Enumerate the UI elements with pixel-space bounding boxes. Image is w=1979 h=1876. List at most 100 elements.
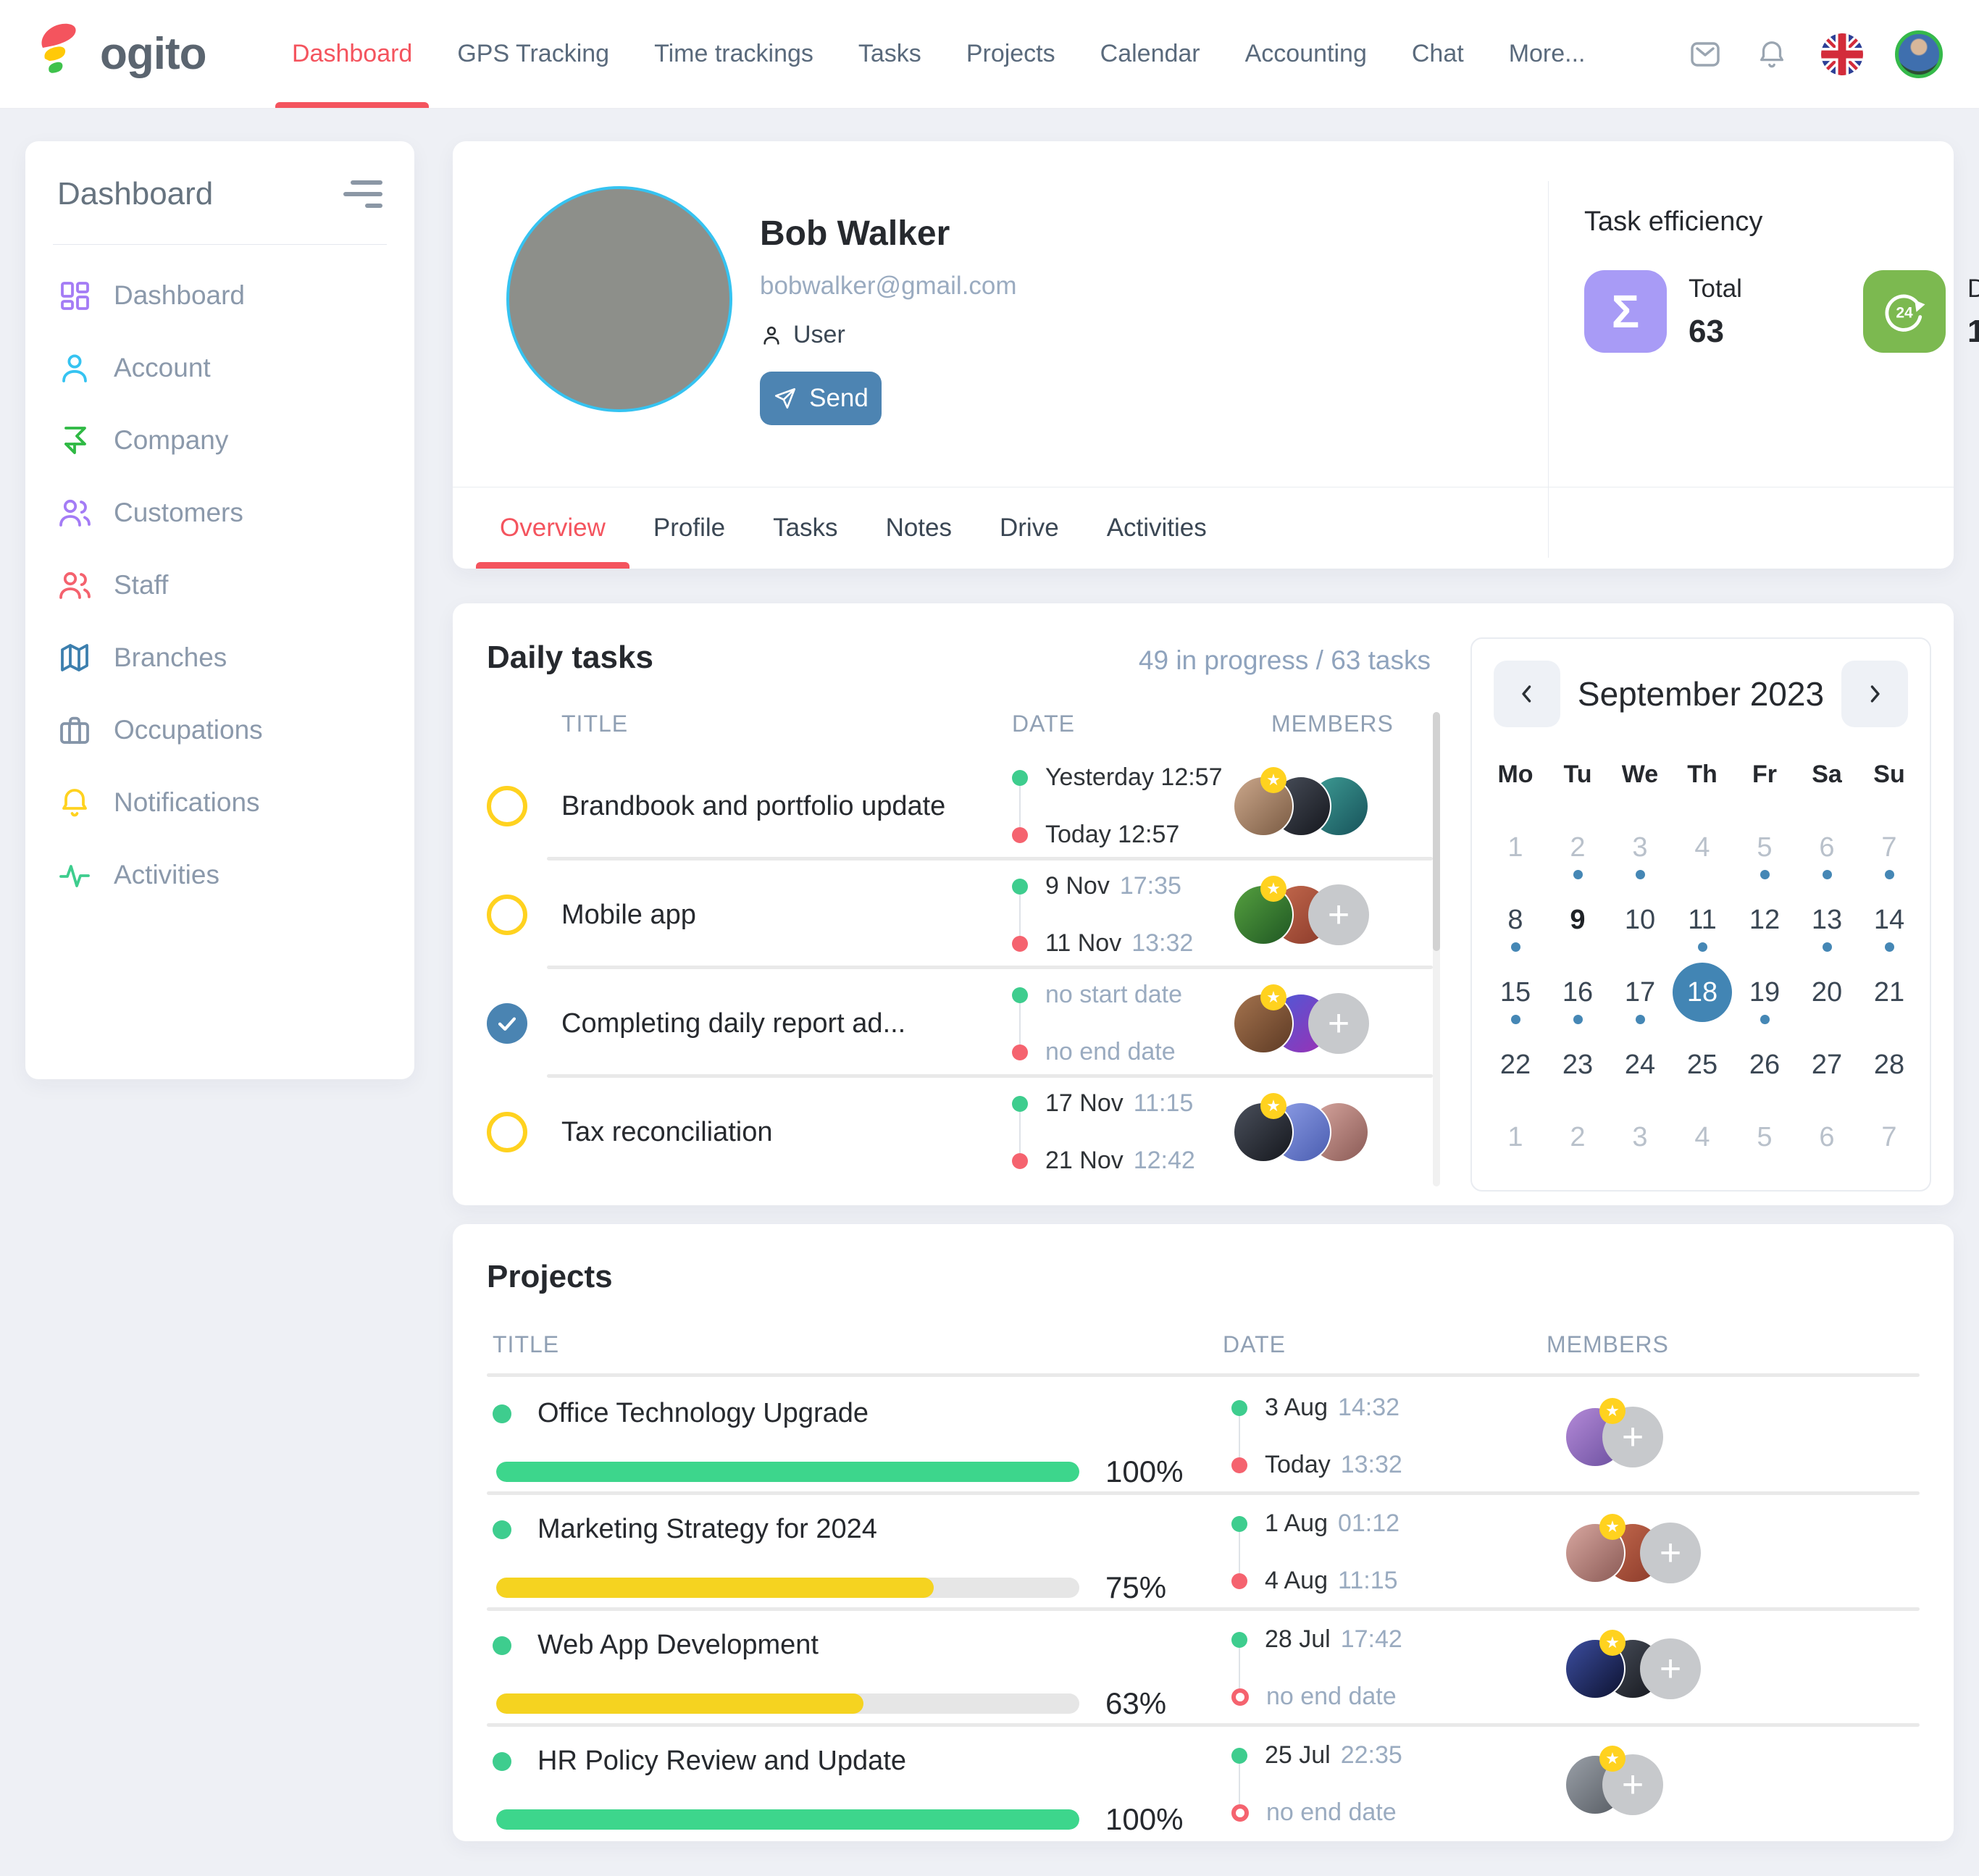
calendar-day-8[interactable]: 8 [1484,884,1547,956]
calendar-day-23[interactable]: 23 [1547,1029,1609,1101]
calendar-day-5-other[interactable]: 5 [1733,811,1796,884]
tab-activities[interactable]: Activities [1083,487,1231,569]
calendar-day-4-other[interactable]: 4 [1671,1101,1733,1173]
calendar-day-5-other[interactable]: 5 [1733,1101,1796,1173]
calendar-day-26[interactable]: 26 [1733,1029,1796,1101]
tasks-scrollbar-thumb[interactable] [1433,712,1440,951]
calendar-prev-button[interactable] [1494,661,1560,727]
task-checkbox[interactable] [487,1003,527,1044]
start-date-dot [1012,770,1028,786]
end-date-dot [1012,1044,1028,1060]
sidebar-item-label: Account [114,353,211,383]
calendar-day-10[interactable]: 10 [1609,884,1671,956]
nav-item-gps-tracking[interactable]: GPS Tracking [435,0,632,108]
add-member-button[interactable]: + [1640,1523,1701,1583]
end-date-dot [1231,1688,1249,1706]
calendar-day-2-other[interactable]: 2 [1547,1101,1609,1173]
calendar-day-24[interactable]: 24 [1609,1029,1671,1101]
calendar-day-15[interactable]: 15 [1484,956,1547,1029]
tab-notes[interactable]: Notes [862,487,976,569]
nav-item-projects[interactable]: Projects [944,0,1078,108]
people-icon [57,568,92,603]
nav-item-calendar[interactable]: Calendar [1078,0,1223,108]
nav-item-chat[interactable]: Chat [1389,0,1486,108]
language-flag-uk-icon[interactable] [1821,33,1863,75]
nav-item-tasks[interactable]: Tasks [836,0,944,108]
add-member-button[interactable]: + [1308,993,1369,1054]
calendar-day-22[interactable]: 22 [1484,1029,1547,1101]
sidebar-item-staff[interactable]: Staff [57,549,382,621]
sidebar-item-label: Staff [114,570,168,600]
user-avatar[interactable] [1895,30,1943,78]
nav-item-dashboard[interactable]: Dashboard [269,0,435,108]
sidebar-item-company[interactable]: Company [57,404,382,477]
calendar-day-9[interactable]: 9 [1547,884,1609,956]
calendar-day-28[interactable]: 28 [1858,1029,1920,1101]
tasks-scrollbar[interactable] [1433,712,1440,1186]
nav-item-time-trackings[interactable]: Time trackings [632,0,836,108]
project-progress-percent: 100% [1105,1802,1183,1837]
add-member-button[interactable]: + [1308,884,1369,945]
add-member-button[interactable]: + [1640,1638,1701,1699]
calendar-day-20[interactable]: 20 [1796,956,1858,1029]
sigma-icon: Σ [1584,270,1667,353]
tab-overview[interactable]: Overview [476,487,629,569]
sidebar-item-occupations[interactable]: Occupations [57,694,382,766]
app-logo[interactable]: ogito [36,21,246,88]
sidebar-item-notifications[interactable]: Notifications [57,766,382,839]
sidebar-item-customers[interactable]: Customers [57,477,382,549]
calendar-day-6-other[interactable]: 6 [1796,1101,1858,1173]
calendar-day-3-other[interactable]: 3 [1609,811,1671,884]
sidebar-item-label: Branches [114,642,227,673]
owner-star-badge: ★ [1260,1093,1286,1119]
nav-item-more[interactable]: More... [1486,0,1608,108]
sidebar-item-dashboard[interactable]: Dashboard [57,259,382,332]
sidebar-collapse-icon[interactable] [343,176,382,212]
calendar-day-12[interactable]: 12 [1733,884,1796,956]
calendar-day-19[interactable]: 19 [1733,956,1796,1029]
project-members: +★ [1536,1379,1920,1495]
nav-item-accounting[interactable]: Accounting [1223,0,1389,108]
mail-icon[interactable] [1688,37,1723,72]
calendar-day-1-other[interactable]: 1 [1484,811,1547,884]
calendar-day-17[interactable]: 17 [1609,956,1671,1029]
sidebar-item-activities[interactable]: Activities [57,839,382,911]
calendar-day-14[interactable]: 14 [1858,884,1920,956]
task-checkbox[interactable] [487,786,527,826]
chevron-right-icon [1862,682,1887,706]
calendar-next-button[interactable] [1841,661,1908,727]
column-header-title: TITLE [487,1331,1217,1358]
calendar-day-16[interactable]: 16 [1547,956,1609,1029]
calendar-day-2-other[interactable]: 2 [1547,811,1609,884]
project-status-dot [493,1404,511,1423]
daily-tasks-summary: 49 in progress / 63 tasks [1139,645,1431,676]
calendar-day-21[interactable]: 21 [1858,956,1920,1029]
calendar-day-7-other[interactable]: 7 [1858,811,1920,884]
tab-profile[interactable]: Profile [629,487,749,569]
calendar-day-7-other[interactable]: 7 [1858,1101,1920,1173]
daily-task-row: Mobile app 9 Nov17:35 11 Nov13:32 +★ [487,860,1433,969]
projects-headers: TITLE DATE MEMBERS [487,1331,1920,1358]
task-checkbox[interactable] [487,895,527,935]
project-row: Office Technology Upgrade 100% 3 Aug14:3… [487,1379,1920,1495]
tab-tasks[interactable]: Tasks [749,487,861,569]
calendar-day-13[interactable]: 13 [1796,884,1858,956]
end-date-dot [1231,1804,1249,1822]
sidebar-item-label: Occupations [114,715,263,745]
tab-drive[interactable]: Drive [976,487,1083,569]
calendar-day-4-other[interactable]: 4 [1671,811,1733,884]
stat-meta: Total63 [1689,270,1742,350]
sidebar-item-account[interactable]: Account [57,332,382,404]
sidebar-item-branches[interactable]: Branches [57,621,382,694]
calendar-day-27[interactable]: 27 [1796,1029,1858,1101]
calendar-day-11[interactable]: 11 [1671,884,1733,956]
svg-text:24: 24 [1896,304,1913,321]
calendar-day-6-other[interactable]: 6 [1796,811,1858,884]
calendar-day-1-other[interactable]: 1 [1484,1101,1547,1173]
calendar-day-25[interactable]: 25 [1671,1029,1733,1101]
send-button[interactable]: Send [760,372,882,425]
bell-icon[interactable] [1754,37,1789,72]
calendar-day-3-other[interactable]: 3 [1609,1101,1671,1173]
task-checkbox[interactable] [487,1112,527,1152]
calendar-day-18[interactable]: 18 [1671,956,1733,1029]
